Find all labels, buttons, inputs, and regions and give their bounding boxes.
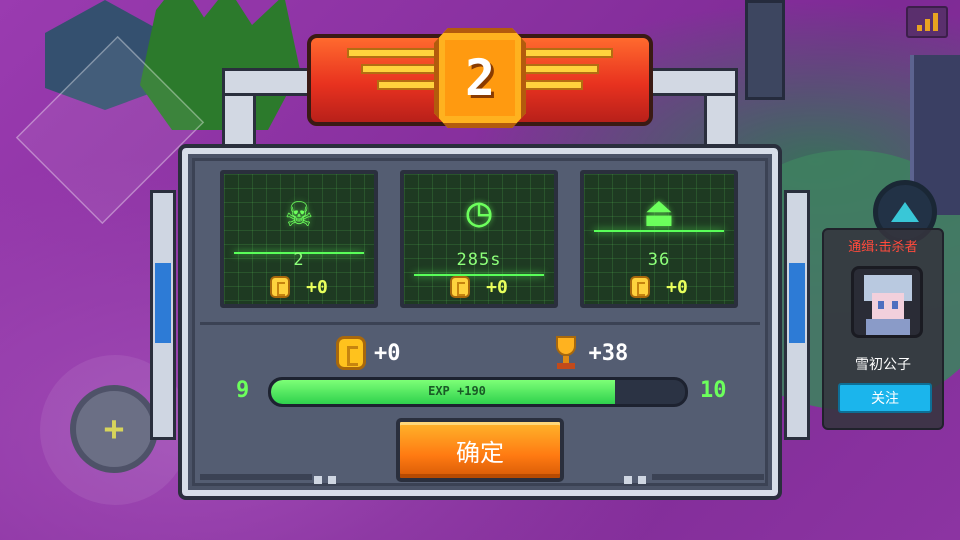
- wanted-card: 通缉:击杀者 雪初公子 关注: [822, 228, 944, 430]
- clock-icon: ◷: [466, 187, 492, 236]
- coin-icon: [450, 276, 471, 298]
- kills-reward: +0: [224, 276, 374, 298]
- rank-number: 2: [445, 40, 515, 116]
- exp-bar: EXP +190: [268, 377, 688, 407]
- joystick-button[interactable]: +: [70, 385, 158, 473]
- total-trophies: +38: [551, 336, 629, 370]
- divider: [200, 322, 760, 325]
- totals-row: +0 +38: [336, 334, 636, 372]
- stat-card-weight: ⏏ 36 +0: [580, 170, 738, 308]
- player-name: 雪初公子: [855, 357, 911, 373]
- wanted-title: 通缉:击杀者: [848, 240, 918, 255]
- stat-card-time: ◷ 285s +0: [400, 170, 558, 308]
- confirm-button[interactable]: 确定: [396, 418, 564, 482]
- level-next: 10: [700, 378, 727, 403]
- rank-medal: 2: [434, 28, 526, 128]
- footer-line-left: [200, 474, 312, 480]
- side-post-left: [150, 190, 176, 440]
- footer-line-right: [652, 474, 764, 480]
- time-reward: +0: [404, 276, 554, 298]
- footer-dot: [624, 476, 632, 484]
- weight-value: 36: [647, 250, 671, 270]
- total-coins-value: +0: [374, 340, 401, 366]
- stone-pillar: [745, 0, 785, 100]
- level-current: 9: [236, 378, 250, 403]
- footer-dot: [328, 476, 336, 484]
- total-trophies-value: +38: [588, 340, 629, 366]
- wing-left-icon: [347, 48, 439, 110]
- side-post-right: [784, 190, 810, 440]
- footer-dot: [638, 476, 646, 484]
- skull-icon: ☠: [286, 187, 312, 236]
- avatar[interactable]: [851, 266, 923, 338]
- pipe-connector-right: [640, 68, 738, 96]
- wing-right-icon: [521, 48, 613, 110]
- time-value: 285s: [456, 250, 502, 270]
- trophy-icon: [551, 336, 581, 370]
- coin-icon: [630, 276, 651, 298]
- rank-banner: 2: [307, 28, 653, 133]
- exp-label: EXP +190: [428, 384, 486, 398]
- weight-icon: ⏏: [646, 187, 672, 236]
- total-coins: +0: [336, 336, 401, 370]
- coin-icon: [336, 336, 366, 370]
- follow-button[interactable]: 关注: [838, 383, 932, 413]
- weight-reward: +0: [584, 276, 734, 298]
- stat-card-kills: ☠ 2 +0: [220, 170, 378, 308]
- signal-icon[interactable]: [906, 6, 948, 38]
- coin-icon: [270, 276, 291, 298]
- skill-icon: [891, 202, 919, 222]
- kills-value: 2: [293, 250, 305, 270]
- footer-dot: [314, 476, 322, 484]
